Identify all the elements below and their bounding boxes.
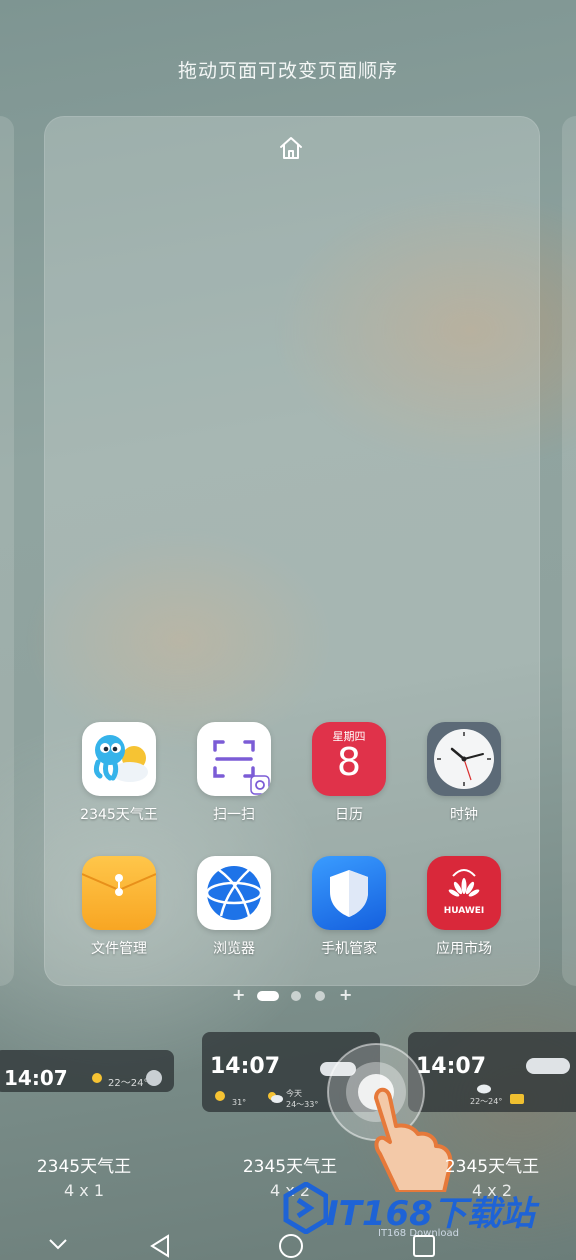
app-label: 扫一扫 (213, 807, 255, 823)
app-label: 手机管家 (321, 941, 377, 957)
widget-voice-pill (526, 1058, 570, 1074)
folder-icon (82, 856, 156, 930)
app-file-manager[interactable]: 文件管理 (59, 856, 179, 958)
app-clock[interactable]: 时钟 (404, 722, 524, 824)
widget-time: 14:07 (4, 1066, 68, 1090)
weather-widget-4x1[interactable]: 14:07 22～24° (0, 1050, 174, 1092)
clock-icon (427, 722, 501, 796)
widget-name: 2345天气王 (242, 1157, 338, 1177)
partly-cloudy-icon (268, 1092, 283, 1103)
page-dot[interactable] (315, 991, 325, 1001)
widget-name: 2345天气王 (444, 1157, 540, 1177)
app-browser[interactable]: 浏览器 (174, 856, 294, 958)
brand-text: HUAWEI (443, 906, 485, 916)
navigation-bar (49, 1234, 435, 1258)
recents-icon[interactable] (413, 1235, 435, 1257)
app-calendar[interactable]: 星期四 8 日历 (289, 722, 409, 824)
widget-today: 今天 (286, 1089, 302, 1098)
app-label: 2345天气王 (80, 807, 158, 823)
app-scan[interactable]: 扫一扫 (174, 722, 294, 824)
app-label: 日历 (335, 807, 363, 823)
app-2345-weather[interactable]: 2345天气王 (59, 722, 179, 824)
page-dot[interactable] (291, 991, 301, 1001)
widget-temp-now: 31° (232, 1098, 247, 1107)
hide-nav-icon[interactable] (49, 1239, 67, 1250)
widget-name: 2345天气王 (36, 1157, 132, 1177)
side-card-right (562, 116, 576, 986)
sun-icon (215, 1091, 225, 1101)
it168-logo-icon (283, 1182, 328, 1234)
page-dot-active[interactable] (257, 991, 279, 1001)
app-phone-manager[interactable]: 手机管家 (289, 856, 409, 958)
calendar-day: 8 (336, 740, 362, 784)
scan-icon (197, 722, 271, 796)
page-indicator[interactable]: + + (0, 985, 576, 1004)
app-label: 浏览器 (213, 941, 255, 957)
reorder-hint: 拖动页面可改变页面顺序 (177, 60, 398, 82)
widget-time: 14:07 (210, 1054, 281, 1079)
browser-icon (197, 856, 271, 930)
widget-badge (510, 1094, 524, 1104)
app-label: 文件管理 (91, 941, 147, 957)
huawei-appgallery-icon: HUAWEI (427, 856, 501, 930)
app-label: 时钟 (450, 807, 478, 823)
home-nav-icon[interactable] (279, 1234, 303, 1258)
calendar-icon: 星期四 8 (312, 722, 386, 796)
add-page-right-icon[interactable]: + (339, 985, 352, 1004)
app-app-gallery[interactable]: HUAWEI 应用市场 (404, 856, 524, 958)
home-icon[interactable] (277, 134, 305, 162)
sun-icon (92, 1073, 102, 1083)
add-page-left-icon[interactable]: + (232, 985, 245, 1004)
side-card-left (0, 116, 14, 986)
widget-voice-icon (146, 1070, 162, 1086)
back-icon[interactable] (150, 1234, 169, 1258)
app-label: 应用市场 (436, 941, 492, 957)
shield-icon (312, 856, 386, 930)
widget-today-temp: 24～33° (286, 1100, 319, 1109)
widget-temp: 22～24° (108, 1078, 149, 1089)
widget-size: 4 x 1 (64, 1181, 104, 1200)
weather-octopus-icon (82, 722, 156, 796)
